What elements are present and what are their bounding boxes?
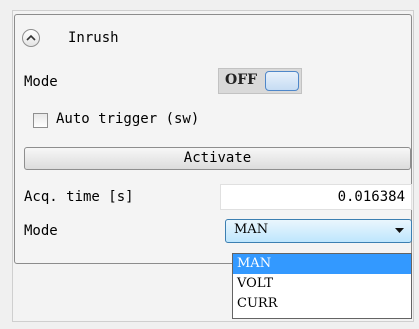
mode-dropdown-list: MAN VOLT CURR (232, 253, 412, 319)
mode-toggle[interactable]: OFF (218, 68, 302, 94)
collapse-button[interactable] (22, 29, 40, 47)
mode-select[interactable]: MAN (225, 219, 412, 243)
mode-toggle-label: Mode (24, 74, 58, 90)
acq-time-label: Acq. time [s] (24, 189, 134, 205)
mode-select-value: MAN (234, 222, 269, 237)
toggle-state: OFF (225, 72, 258, 88)
chevron-down-icon (395, 228, 404, 233)
dropdown-option-man[interactable]: MAN (233, 254, 411, 274)
section-title: Inrush (68, 30, 119, 46)
activate-button[interactable]: Activate (24, 147, 411, 170)
acq-time-input[interactable]: 0.016384 (220, 184, 412, 210)
auto-trigger-checkbox[interactable] (33, 113, 48, 128)
mode-select-label: Mode (24, 223, 58, 239)
toggle-knob[interactable] (265, 71, 299, 91)
chevron-up-icon (26, 34, 36, 41)
dropdown-option-curr[interactable]: CURR (233, 294, 411, 314)
dropdown-option-volt[interactable]: VOLT (233, 274, 411, 294)
auto-trigger-label: Auto trigger (sw) (56, 111, 200, 127)
